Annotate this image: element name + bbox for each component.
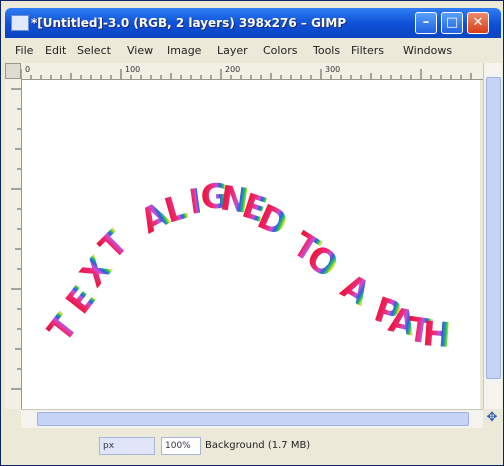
path-letter: H [421, 314, 452, 356]
ruler-corner[interactable] [5, 63, 21, 79]
vertical-scrollbar[interactable] [483, 63, 502, 409]
ruler-ticks-vertical [11, 88, 21, 390]
title-bar[interactable]: *[Untitled]-3.0 (RGB, 2 layers) 398x276 … [5, 8, 501, 38]
gimp-app-icon [11, 15, 29, 31]
zoom-select[interactable]: 100% [161, 437, 201, 455]
menu-image[interactable]: Image [167, 43, 201, 59]
ruler-label-0: 0 [25, 65, 30, 74]
navigate-icon[interactable]: ✥ [485, 411, 499, 425]
status-text: Background (1.7 MB) [205, 440, 311, 451]
unit-select[interactable]: px [99, 437, 155, 455]
ruler-label-200: 200 [225, 65, 240, 74]
menu-edit[interactable]: Edit [45, 43, 66, 59]
window-title: *[Untitled]-3.0 (RGB, 2 layers) 398x276 … [31, 16, 347, 30]
horizontal-scrollbar[interactable] [21, 409, 483, 428]
menu-view[interactable]: View [127, 43, 153, 59]
vertical-ruler[interactable] [5, 79, 22, 409]
menu-tools[interactable]: Tools [313, 43, 340, 59]
minimize-button[interactable]: – [415, 12, 437, 34]
ruler-ticks: 0 100 200 300 [20, 65, 472, 79]
menu-windows[interactable]: Windows [403, 43, 452, 59]
ruler-label-100: 100 [125, 65, 140, 74]
horizontal-scroll-thumb[interactable] [37, 412, 469, 426]
image-canvas[interactable]: TEXTALIGNEDTOAPATH [22, 80, 480, 409]
status-bar: px 100% Background (1.7 MB) [5, 429, 501, 463]
menu-colors[interactable]: Colors [263, 43, 297, 59]
curved-text-art: TEXTALIGNEDTOAPATH [40, 177, 452, 356]
gimp-window: *[Untitled]-3.0 (RGB, 2 layers) 398x276 … [0, 0, 504, 466]
ruler-label-300: 300 [325, 65, 340, 74]
menu-layer[interactable]: Layer [217, 43, 248, 59]
menu-bar: File Edit Select View Image Layer Colors… [5, 41, 501, 61]
menu-select[interactable]: Select [77, 43, 111, 59]
horizontal-ruler[interactable]: 0 100 200 300 [20, 63, 483, 80]
path-letter: A [334, 267, 377, 315]
maximize-button[interactable]: □ [441, 12, 463, 34]
menu-file[interactable]: File [15, 43, 33, 59]
menu-filters[interactable]: Filters [351, 43, 384, 59]
close-button[interactable]: ✕ [467, 12, 489, 34]
vertical-scroll-thumb[interactable] [486, 77, 501, 379]
path-letters: TEXTALIGNEDTOAPATH [40, 177, 452, 356]
